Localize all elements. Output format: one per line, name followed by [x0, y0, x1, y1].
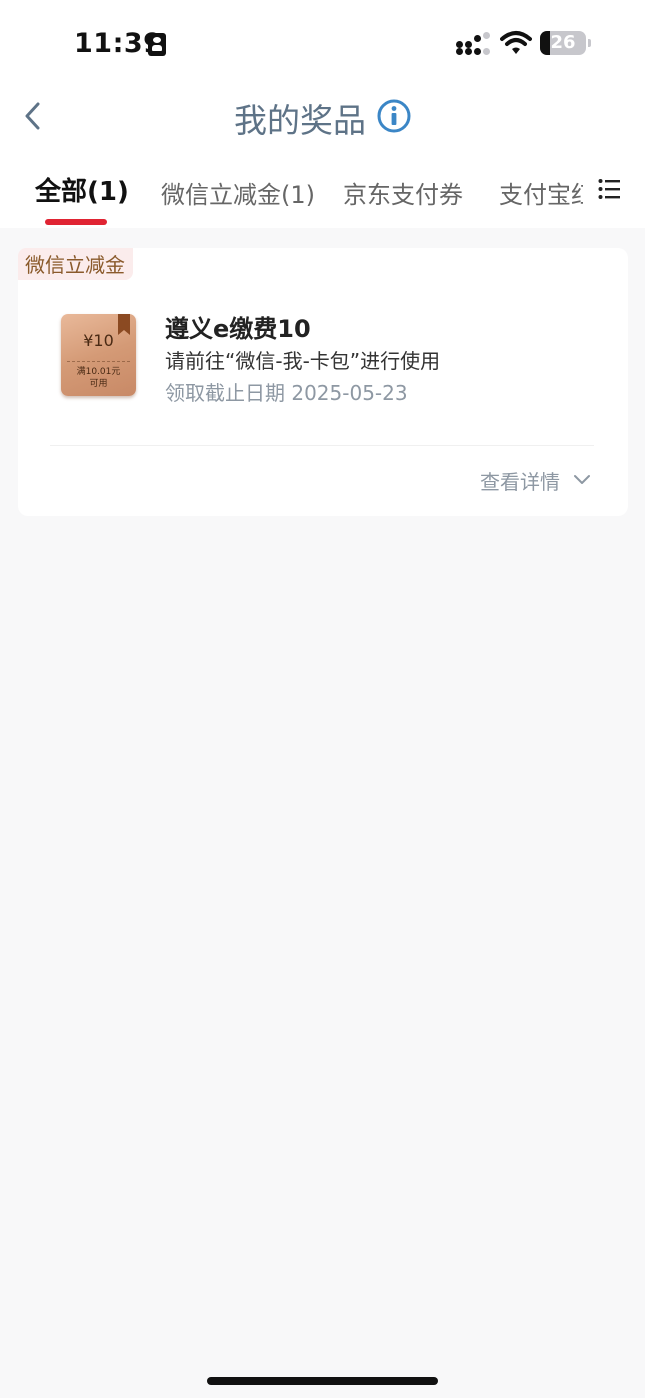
list-icon[interactable] — [598, 178, 620, 200]
view-details-button[interactable]: 查看详情 — [480, 466, 560, 495]
prize-deadline: 领取截止日期 2025-05-23 — [165, 381, 408, 405]
page-title: 我的奖品 — [233, 101, 366, 140]
tab-jd-coupon[interactable]: 京东支付券 — [343, 175, 463, 210]
prize-name: 遵义e缴费10 — [165, 315, 311, 343]
info-icon[interactable] — [377, 99, 411, 133]
coupon-condition-line2: 可用 — [89, 379, 108, 389]
battery-level: 26 — [550, 32, 576, 53]
cellular-signal-icon — [456, 32, 492, 56]
coupon-amount: ¥10 — [83, 331, 114, 350]
page-header: 我的奖品 — [0, 94, 645, 142]
prize-usage: 请前往“微信-我-卡包”进行使用 — [165, 349, 441, 373]
coupon-condition: 满10.01元 可用 — [61, 366, 136, 390]
home-indicator[interactable] — [207, 1377, 438, 1385]
card-divider — [50, 445, 594, 446]
screen: 11:39 26 我的奖品 全部(1) 微信立减金(1) 京东支付券 支付宝红包 — [0, 0, 645, 1398]
coupon-divider — [67, 361, 130, 362]
battery-icon: 26 — [540, 31, 586, 55]
coupon-condition-line1: 满10.01元 — [76, 367, 121, 377]
tab-all[interactable]: 全部(1) — [35, 171, 129, 208]
active-tab-indicator — [45, 219, 107, 225]
contact-card-icon — [148, 33, 166, 56]
tab-wechat-discount[interactable]: 微信立减金(1) — [161, 175, 315, 210]
chevron-down-icon[interactable] — [574, 474, 590, 486]
wifi-icon — [500, 31, 532, 54]
coupon-icon: ¥10 满10.01元 可用 — [61, 314, 136, 396]
category-badge: 微信立减金 — [18, 248, 133, 280]
bookmark-icon — [118, 314, 130, 335]
battery-tip — [588, 39, 591, 47]
